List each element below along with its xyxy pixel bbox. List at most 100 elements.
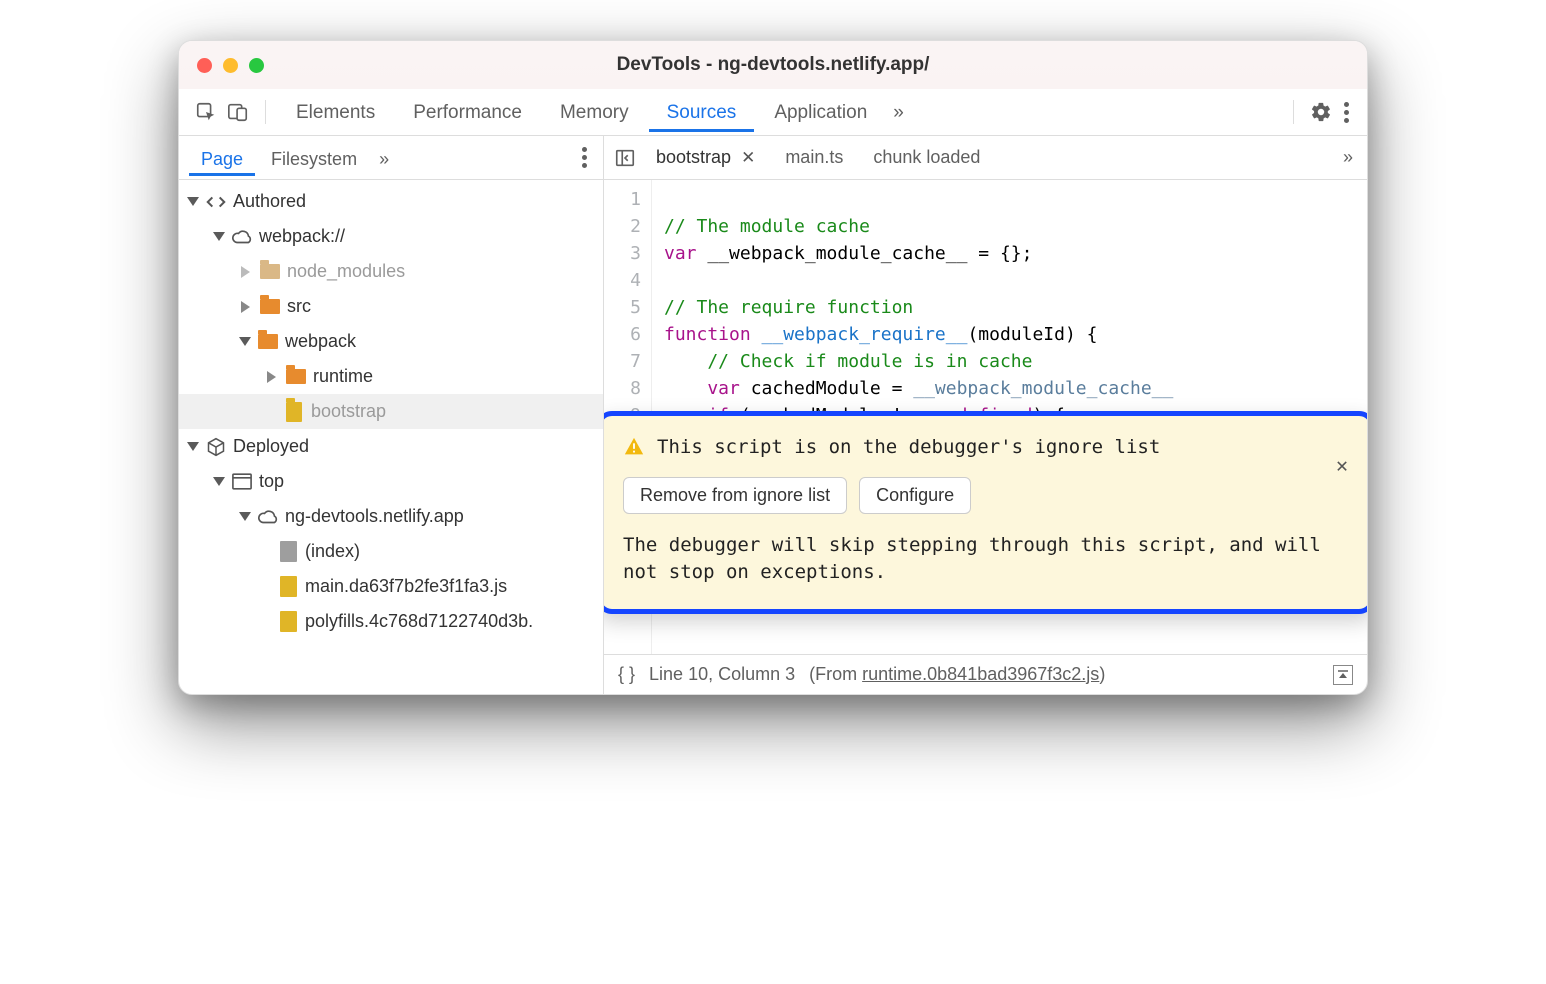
tree-item-mainjs[interactable]: main.da63f7b2fe3f1fa3.js bbox=[179, 569, 603, 604]
tree-label: main.da63f7b2fe3f1fa3.js bbox=[305, 576, 507, 597]
close-callout-icon[interactable]: ✕ bbox=[1336, 452, 1348, 479]
ignore-list-callout: This script is on the debugger's ignore … bbox=[604, 411, 1367, 614]
file-icon bbox=[277, 541, 299, 563]
sidebar-tabs-overflow[interactable]: » bbox=[373, 140, 395, 176]
file-icon bbox=[283, 401, 305, 423]
sidebar-more-icon[interactable] bbox=[576, 141, 593, 174]
editor-tabs-overflow[interactable]: » bbox=[1337, 141, 1359, 174]
folder-icon bbox=[285, 366, 307, 388]
cube-icon bbox=[205, 436, 227, 458]
folder-icon bbox=[257, 331, 279, 353]
source-editor: bootstrap ✕ main.ts chunk loaded » 12345… bbox=[604, 136, 1367, 694]
warning-icon bbox=[623, 436, 645, 458]
cloud-icon bbox=[257, 506, 279, 528]
chevron-down-icon bbox=[213, 477, 225, 489]
window-titlebar: DevTools - ng-devtools.netlify.app/ bbox=[179, 41, 1367, 89]
twisty-none bbox=[265, 406, 277, 418]
tab-sources[interactable]: Sources bbox=[649, 92, 755, 132]
tree-label: src bbox=[287, 296, 311, 317]
callout-title: This script is on the debugger's ignore … bbox=[657, 434, 1160, 461]
tree-label: (index) bbox=[305, 541, 360, 562]
tree-label: ng-devtools.netlify.app bbox=[285, 506, 464, 527]
scroll-top-icon[interactable] bbox=[1333, 665, 1353, 685]
window-title: DevTools - ng-devtools.netlify.app/ bbox=[617, 54, 930, 76]
tree-label: polyfills.4c768d7122740d3b. bbox=[305, 611, 533, 632]
tab-elements[interactable]: Elements bbox=[278, 92, 393, 132]
main-split: Page Filesystem » Authored webpack:// bbox=[179, 136, 1367, 694]
maximize-window-button[interactable] bbox=[249, 58, 264, 73]
frame-icon bbox=[231, 471, 253, 493]
tree-item-node-modules[interactable]: node_modules bbox=[179, 254, 603, 289]
tree-item-webpack[interactable]: webpack:// bbox=[179, 219, 603, 254]
code-area[interactable]: 123456789 // The module cache var __webp… bbox=[604, 180, 1367, 654]
inspect-icon[interactable] bbox=[191, 97, 221, 127]
chevron-right-icon bbox=[241, 266, 253, 278]
tree-item-runtime[interactable]: runtime bbox=[179, 359, 603, 394]
file-tree: Authored webpack:// node_modules src bbox=[179, 180, 603, 694]
separator bbox=[265, 100, 266, 124]
file-icon bbox=[277, 611, 299, 633]
callout-detail: The debugger will skip stepping through … bbox=[623, 532, 1350, 587]
chevron-right-icon bbox=[241, 301, 253, 313]
tree-group-authored[interactable]: Authored bbox=[179, 184, 603, 219]
tree-item-top[interactable]: top bbox=[179, 464, 603, 499]
devtools-window: DevTools - ng-devtools.netlify.app/ Elem… bbox=[178, 40, 1368, 695]
tree-group-deployed[interactable]: Deployed bbox=[179, 429, 603, 464]
configure-button[interactable]: Configure bbox=[859, 477, 971, 514]
tabs-overflow[interactable]: » bbox=[887, 92, 910, 132]
navigate-back-icon[interactable] bbox=[612, 147, 638, 169]
separator bbox=[1293, 100, 1294, 124]
editor-statusbar: { } Line 10, Column 3 (From runtime.0b84… bbox=[604, 654, 1367, 694]
chevron-down-icon bbox=[239, 337, 251, 349]
chevron-down-icon bbox=[187, 197, 199, 209]
cursor-position: Line 10, Column 3 bbox=[649, 664, 795, 685]
tab-application[interactable]: Application bbox=[756, 92, 885, 132]
tab-performance[interactable]: Performance bbox=[395, 92, 540, 132]
minimize-window-button[interactable] bbox=[223, 58, 238, 73]
editor-tabs: bootstrap ✕ main.ts chunk loaded » bbox=[604, 136, 1367, 180]
tree-label: Deployed bbox=[233, 436, 309, 457]
chevron-down-icon bbox=[187, 442, 199, 454]
window-controls bbox=[197, 58, 264, 73]
code-icon bbox=[205, 191, 227, 213]
more-menu-icon[interactable] bbox=[1338, 96, 1355, 129]
tree-label: webpack bbox=[285, 331, 356, 352]
sidebar-tab-page[interactable]: Page bbox=[189, 140, 255, 176]
tree-label: node_modules bbox=[287, 261, 405, 282]
tree-label: top bbox=[259, 471, 284, 492]
tree-item-index[interactable]: (index) bbox=[179, 534, 603, 569]
tree-label: Authored bbox=[233, 191, 306, 212]
source-origin: (From runtime.0b841bad3967f3c2.js) bbox=[809, 664, 1105, 685]
tree-label: webpack:// bbox=[259, 226, 345, 247]
tree-label: bootstrap bbox=[311, 401, 386, 422]
close-window-button[interactable] bbox=[197, 58, 212, 73]
folder-icon bbox=[259, 296, 281, 318]
sources-sidebar: Page Filesystem » Authored webpack:// bbox=[179, 136, 604, 694]
editor-tab-label: bootstrap bbox=[656, 147, 731, 168]
sidebar-tabs: Page Filesystem » bbox=[179, 136, 603, 180]
tree-item-src[interactable]: src bbox=[179, 289, 603, 324]
tree-item-webpack-dir[interactable]: webpack bbox=[179, 324, 603, 359]
format-braces-icon[interactable]: { } bbox=[618, 664, 635, 685]
devtools-tabs: Elements Performance Memory Sources Appl… bbox=[179, 89, 1367, 136]
editor-tab-bootstrap[interactable]: bootstrap ✕ bbox=[644, 141, 767, 174]
file-icon bbox=[277, 576, 299, 598]
tree-item-bootstrap[interactable]: bootstrap bbox=[179, 394, 603, 429]
close-tab-icon[interactable]: ✕ bbox=[741, 148, 755, 168]
folder-icon bbox=[259, 261, 281, 283]
source-origin-link[interactable]: runtime.0b841bad3967f3c2.js bbox=[862, 664, 1099, 684]
tab-memory[interactable]: Memory bbox=[542, 92, 647, 132]
cloud-icon bbox=[231, 226, 253, 248]
tree-item-host[interactable]: ng-devtools.netlify.app bbox=[179, 499, 603, 534]
chevron-down-icon bbox=[213, 232, 225, 244]
sidebar-tab-filesystem[interactable]: Filesystem bbox=[259, 140, 369, 176]
tree-label: runtime bbox=[313, 366, 373, 387]
device-toggle-icon[interactable] bbox=[223, 97, 253, 127]
remove-from-ignore-button[interactable]: Remove from ignore list bbox=[623, 477, 847, 514]
chevron-down-icon bbox=[239, 512, 251, 524]
editor-tab-chunk[interactable]: chunk loaded bbox=[861, 141, 992, 174]
settings-icon[interactable] bbox=[1306, 97, 1336, 127]
chevron-right-icon bbox=[267, 371, 279, 383]
editor-tab-main[interactable]: main.ts bbox=[773, 141, 855, 174]
tree-item-polyfills[interactable]: polyfills.4c768d7122740d3b. bbox=[179, 604, 603, 639]
